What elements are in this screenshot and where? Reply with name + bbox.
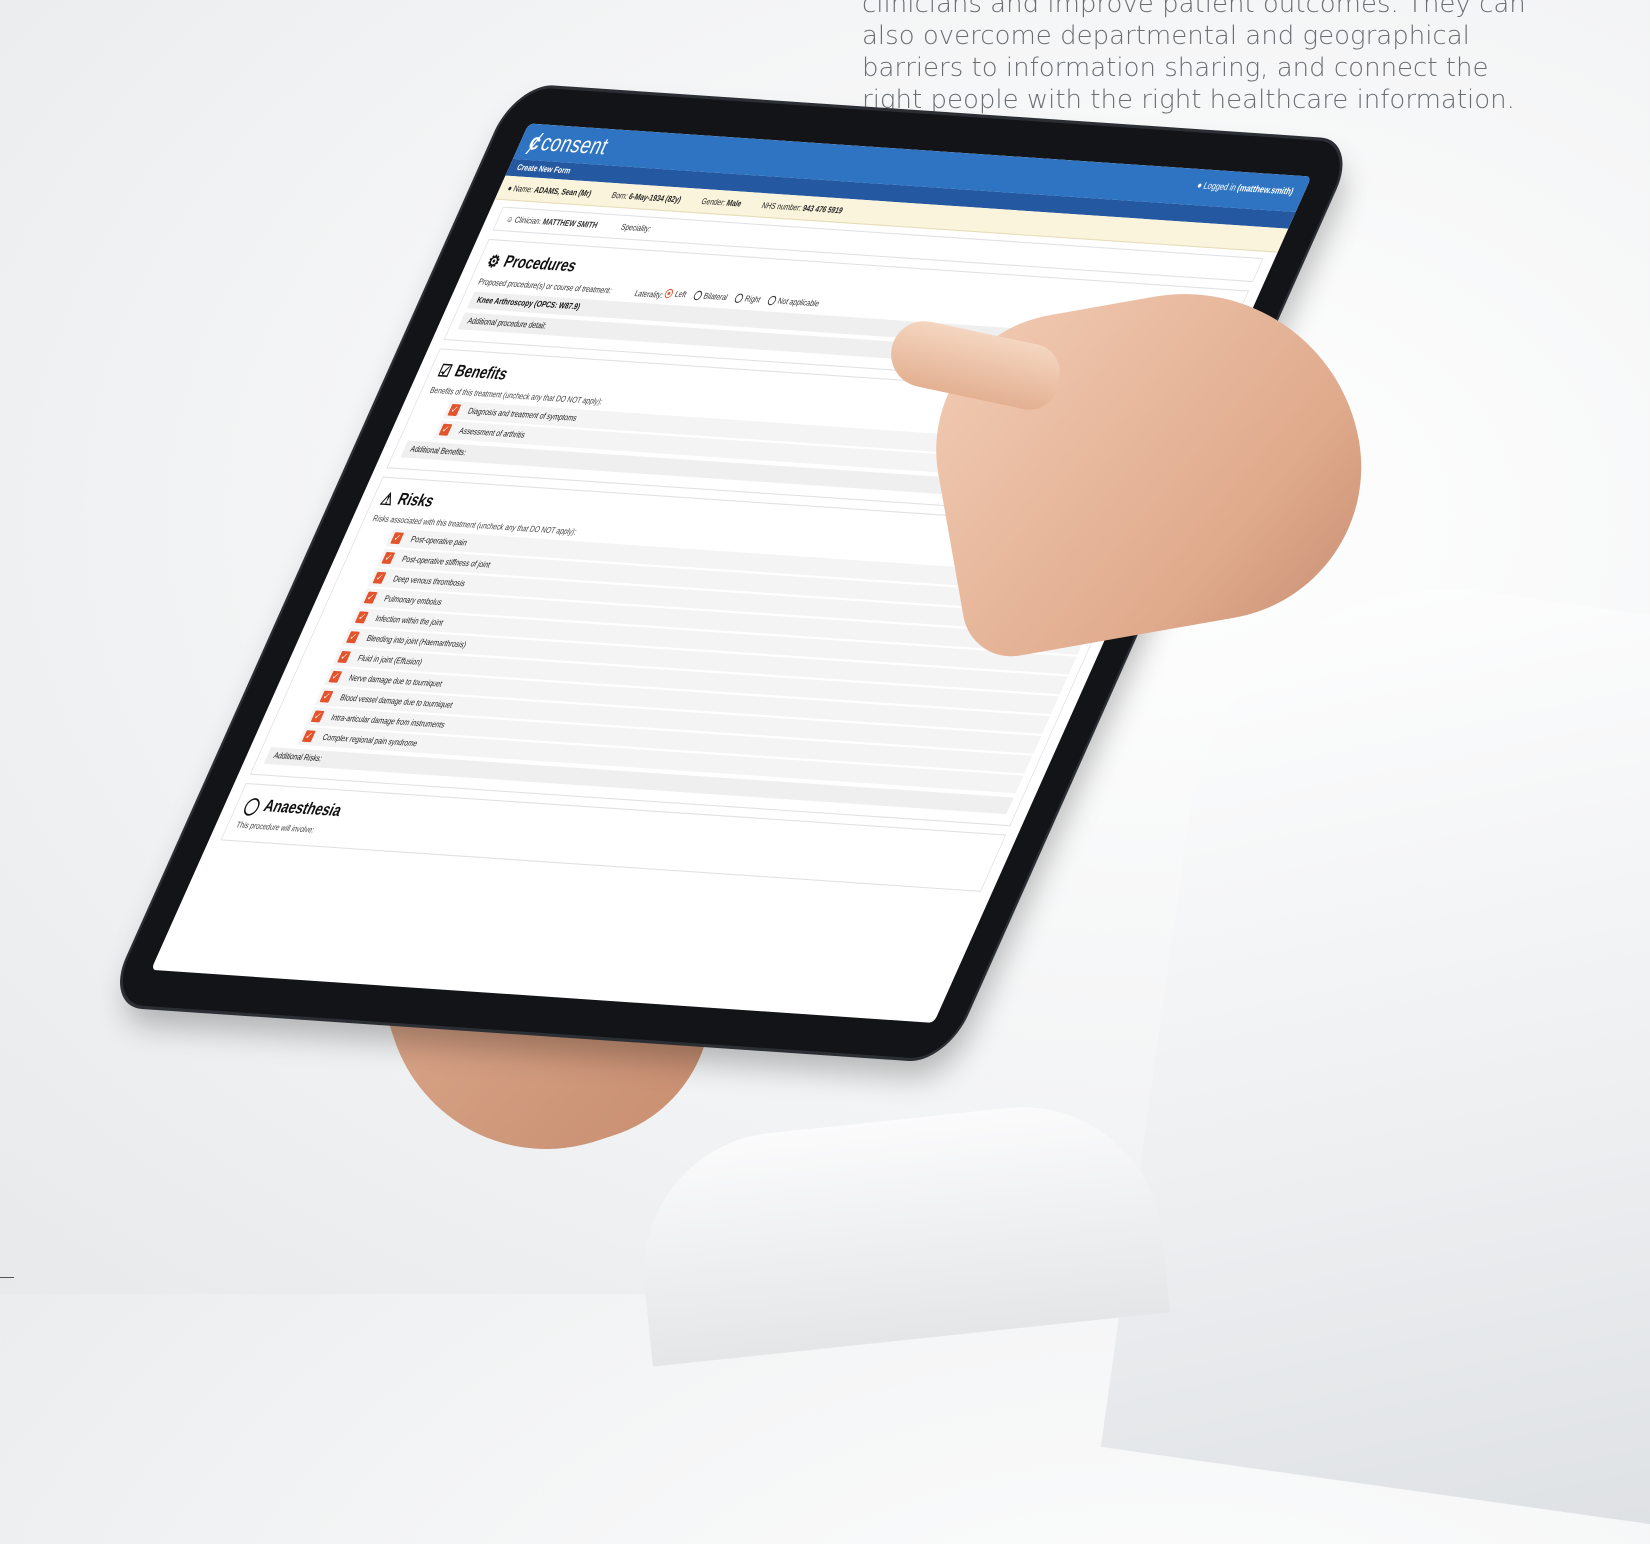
gender-value: Male [725, 197, 744, 209]
benefits-title: Benefits [451, 362, 511, 384]
checkbox-checked-icon[interactable]: ✓ [337, 650, 352, 664]
brand-name: consent [536, 129, 614, 160]
risk-label: Post-operative pain [409, 534, 469, 548]
gender-label: Gender: [699, 196, 728, 208]
checkbox-checked-icon[interactable]: ✓ [390, 532, 405, 545]
intro-paragraph: clinicians and improve patient outcomes.… [862, 0, 1582, 116]
procedures-title: Procedures [500, 253, 580, 276]
checkbox-checked-icon[interactable]: ✓ [381, 551, 396, 565]
risk-label: Complex regional pain syndrome [320, 732, 420, 749]
checkbox-checked-icon[interactable]: ✓ [301, 730, 316, 743]
risks-title: Risks [394, 490, 437, 511]
risk-label: Deep venous thrombosis [391, 574, 467, 589]
checkbox-checked-icon[interactable]: ✓ [363, 591, 378, 604]
born-value: 6-May-1934 (82y) [627, 191, 684, 205]
laterality-left-radio[interactable]: Left [663, 288, 689, 300]
checkbox-checked-icon[interactable]: ✓ [438, 423, 453, 436]
login-user: (matthew.smith) [1235, 182, 1296, 197]
checkbox-checked-icon[interactable]: ✓ [447, 403, 462, 417]
benefit-label: Diagnosis and treatment of symptoms [466, 406, 579, 423]
risk-label: Pulmonary embolus [382, 593, 444, 608]
patient-nhs: NHS number: 943 476 5919 [760, 200, 844, 215]
anaesthesia-title: Anaesthesia [260, 797, 345, 821]
laterality-na-radio[interactable]: Not applicable [766, 295, 822, 309]
checkbox-checked-icon[interactable]: ✓ [310, 710, 325, 723]
nhs-label: NHS number: [760, 200, 804, 213]
clinician-label: Clinician: [512, 215, 544, 227]
risk-label: Post-operative stiffness of joint [400, 554, 493, 570]
name-value: ADAMS, Sean (Mr) [532, 184, 594, 198]
patient-gender: Gender: Male [700, 196, 744, 208]
login-prefix: Logged in [1201, 180, 1239, 193]
intro-line: barriers to information sharing, and con… [862, 53, 1489, 83]
benefit-label: Assessment of arthritis [457, 426, 527, 440]
checkbox-checked-icon[interactable]: ✓ [372, 571, 387, 584]
checkbox-checked-icon[interactable]: ✓ [345, 631, 360, 644]
laterality-option-label: Left [673, 289, 689, 300]
brand-logo[interactable]: ȼconsent [524, 128, 613, 160]
crop-mark [0, 1277, 14, 1278]
checkbox-checked-icon[interactable]: ✓ [354, 611, 369, 624]
nhs-value: 943 476 5919 [801, 202, 845, 215]
laterality-label: Laterality: [632, 288, 666, 300]
name-label: Name: [511, 183, 536, 194]
risk-label: Nerve damage due to tourniquet [347, 673, 444, 689]
risk-label: Bleeding into joint (Haemarthrosis) [364, 633, 468, 650]
intro-line: right people with the right healthcare i… [862, 85, 1515, 115]
risk-label: Blood vessel damage due to tourniquet [338, 692, 455, 710]
intro-line: also overcome departmental and geographi… [862, 21, 1470, 51]
speciality-label: Speciality: [619, 222, 653, 234]
patient-name: ● Name: ADAMS, Sean (Mr) [506, 183, 593, 198]
risk-label: Infection within the joint [373, 613, 445, 628]
checkbox-checked-icon[interactable]: ✓ [319, 690, 334, 703]
clinician-field: ☺ Clinician: MATTHEW SMITH [505, 214, 600, 230]
risk-label: Fluid in joint (Effusion) [356, 653, 424, 667]
intro-line: clinicians and improve patient outcomes.… [862, 0, 1526, 19]
login-status[interactable]: ● Logged in (matthew.smith) [1195, 180, 1295, 197]
checkbox-checked-icon[interactable]: ✓ [328, 670, 343, 683]
laterality-right-radio[interactable]: Right [733, 293, 762, 304]
clinician-name: MATTHEW SMITH [540, 216, 600, 231]
laterality-option-label: Not applicable [776, 296, 822, 309]
patient-born: Born: 6-May-1934 (82y) [610, 190, 683, 204]
risk-label: Intra-articular damage from instruments [329, 712, 447, 730]
laterality-option-label: Right [743, 294, 763, 305]
laterality-bilateral-radio[interactable]: Bilateral [692, 290, 730, 303]
laterality-option-label: Bilateral [701, 291, 730, 303]
